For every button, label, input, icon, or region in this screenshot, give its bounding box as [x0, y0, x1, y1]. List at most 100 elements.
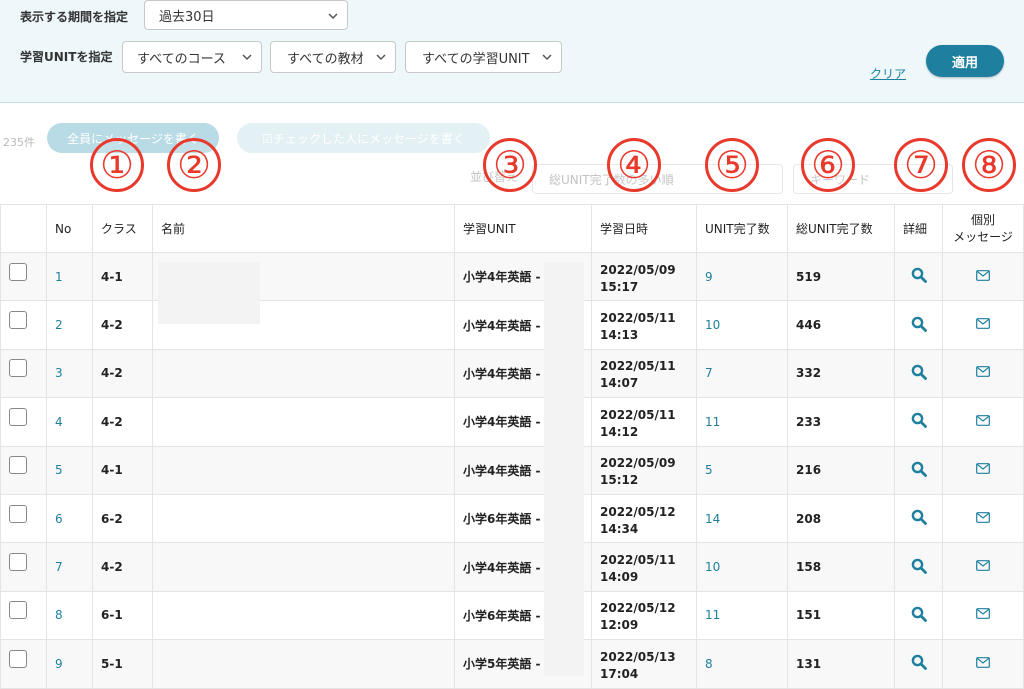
- mail-icon[interactable]: [976, 656, 990, 668]
- mail-icon[interactable]: [976, 414, 990, 426]
- row-detail-cell: [894, 251, 943, 302]
- row-total-done: 158: [787, 542, 895, 592]
- row-name: [152, 348, 455, 399]
- clear-link[interactable]: クリア: [870, 65, 906, 82]
- row-checkbox[interactable]: [9, 504, 27, 523]
- row-date: 2022/05/09: [600, 456, 676, 471]
- row-class: 6-1: [92, 590, 153, 641]
- row-message-cell: [942, 251, 1024, 302]
- row-checkbox[interactable]: [9, 456, 27, 475]
- chevron-down-icon: [376, 54, 386, 61]
- row-check-cell: [0, 639, 47, 689]
- col-message: 個別 メッセージ: [942, 204, 1024, 253]
- row-time: 14:09: [600, 570, 639, 585]
- row-date: 2022/05/13: [600, 649, 676, 664]
- col-date: 学習日時: [591, 204, 697, 253]
- row-unit-done-link[interactable]: 10: [696, 300, 788, 350]
- mail-icon[interactable]: [976, 366, 990, 378]
- search-icon[interactable]: [911, 558, 927, 574]
- row-total-done: 519: [787, 251, 895, 302]
- row-no-link[interactable]: 9: [46, 639, 93, 689]
- row-checkbox[interactable]: [9, 311, 27, 330]
- mail-icon[interactable]: [976, 269, 990, 281]
- row-unit-done-link[interactable]: 5: [696, 445, 788, 495]
- col-class: クラス: [92, 204, 153, 253]
- row-checkbox[interactable]: [9, 553, 27, 572]
- row-no-link[interactable]: 4: [46, 397, 93, 447]
- row-time: 14:34: [600, 521, 639, 536]
- material-select[interactable]: すべての教材: [270, 41, 396, 73]
- row-unit-done-link[interactable]: 14: [696, 493, 788, 544]
- row-name: [152, 493, 455, 544]
- search-icon[interactable]: [911, 461, 927, 477]
- row-no-link[interactable]: 6: [46, 493, 93, 544]
- row-time: 15:17: [600, 279, 639, 294]
- row-unit-done-link[interactable]: 11: [696, 590, 788, 641]
- row-no-link[interactable]: 2: [46, 300, 93, 350]
- row-check-cell: [0, 493, 47, 544]
- row-unit-done-link[interactable]: 11: [696, 397, 788, 447]
- row-checkbox[interactable]: [9, 262, 27, 281]
- search-icon[interactable]: [911, 316, 927, 332]
- row-name: [152, 639, 455, 689]
- unit-select-value: すべての学習UNIT: [422, 51, 530, 67]
- mail-icon[interactable]: [976, 608, 990, 620]
- row-check-cell: [0, 590, 47, 641]
- row-total-done: 208: [787, 493, 895, 544]
- mail-icon[interactable]: [976, 463, 990, 475]
- row-class: 4-1: [92, 251, 153, 302]
- search-icon[interactable]: [911, 509, 927, 526]
- mail-icon[interactable]: [976, 560, 990, 571]
- col-unit: 学習UNIT: [454, 204, 592, 253]
- row-check-cell: [0, 397, 47, 447]
- search-icon[interactable]: [911, 654, 927, 671]
- row-date: 2022/05/11: [600, 553, 676, 568]
- row-date: 2022/05/11: [600, 311, 676, 326]
- row-no-link[interactable]: 1: [46, 251, 93, 302]
- row-detail-cell: [894, 300, 943, 350]
- row-total-done: 332: [787, 348, 895, 399]
- row-time: 12:09: [600, 618, 639, 633]
- row-total-done: 233: [787, 397, 895, 447]
- col-check: [0, 204, 47, 253]
- apply-button[interactable]: 適用: [926, 45, 1004, 77]
- row-date-cell: 2022/05/13 17:04: [591, 639, 697, 689]
- row-no-link[interactable]: 7: [46, 542, 93, 592]
- unit-select[interactable]: すべての学習UNIT: [405, 41, 562, 73]
- mail-icon[interactable]: [976, 318, 990, 329]
- mail-icon[interactable]: [976, 511, 990, 523]
- row-unit-done-link[interactable]: 10: [696, 542, 788, 592]
- table-row: 2 4-2 小学4年英語 -2022/05/11 14:13 10 446: [0, 300, 1024, 350]
- period-select[interactable]: 過去30日: [144, 0, 348, 30]
- row-name: [152, 445, 455, 495]
- search-icon[interactable]: [911, 364, 927, 380]
- row-date-cell: 2022/05/11 14:07: [591, 348, 697, 399]
- row-message-cell: [942, 445, 1024, 495]
- row-unit-done-link[interactable]: 9: [696, 251, 788, 302]
- row-checkbox[interactable]: [9, 407, 27, 426]
- row-date-cell: 2022/05/09 15:17: [591, 251, 697, 302]
- row-no-link[interactable]: 3: [46, 348, 93, 399]
- row-no-link[interactable]: 8: [46, 590, 93, 641]
- course-select[interactable]: すべてのコース: [122, 41, 262, 73]
- row-checkbox[interactable]: [9, 601, 27, 620]
- row-checkbox[interactable]: [9, 359, 27, 378]
- search-icon[interactable]: [911, 606, 927, 622]
- row-checkbox[interactable]: [9, 649, 27, 668]
- row-message-cell: [942, 348, 1024, 399]
- row-message-cell: [942, 300, 1024, 350]
- search-icon[interactable]: [911, 412, 927, 429]
- row-date: 2022/05/09: [600, 262, 676, 277]
- search-icon[interactable]: [911, 267, 927, 284]
- row-unit-done-link[interactable]: 8: [696, 639, 788, 689]
- course-select-value: すべてのコース: [137, 51, 226, 67]
- col-no: No: [46, 204, 93, 253]
- col-name: 名前: [152, 204, 455, 253]
- row-no-link[interactable]: 5: [46, 445, 93, 495]
- row-unit-done-link[interactable]: 7: [696, 348, 788, 399]
- col-total-done: 総UNIT完了数: [787, 204, 895, 253]
- row-message-cell: [942, 542, 1024, 592]
- row-detail-cell: [894, 639, 943, 689]
- message-checked-button[interactable]: ☑チェックした人にメッセージを書く: [237, 123, 490, 153]
- period-select-value: 過去30日: [159, 9, 215, 25]
